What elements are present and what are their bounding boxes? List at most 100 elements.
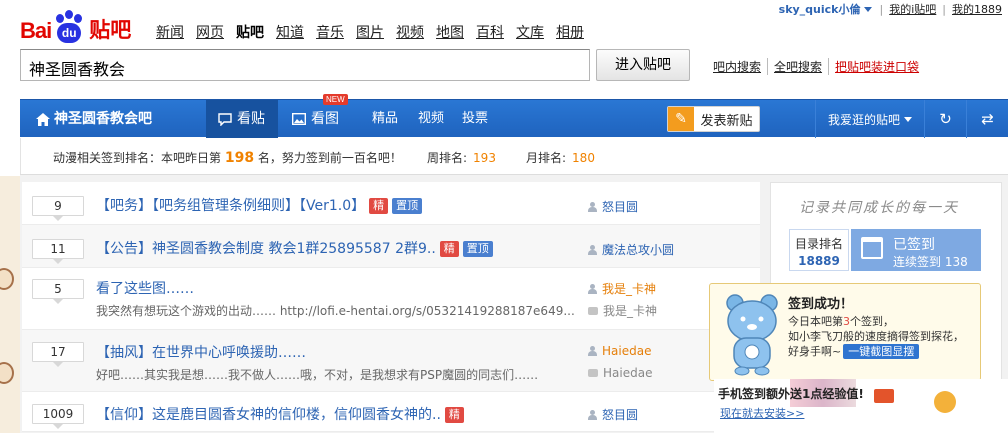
nav-wenku[interactable]: 文库 [516, 22, 544, 42]
author-name: 怒目圆 [602, 200, 639, 214]
pinned-badge: 置顶 [392, 198, 423, 214]
thread-row[interactable]: 1009 【信仰】这是鹿目圆香女神的信仰楼，信仰圆香女神的.. 精 怒目圆 [22, 392, 760, 432]
thread-author[interactable]: 怒目圆 [588, 198, 638, 215]
reply-count: 1009 [32, 404, 84, 429]
search-links: 吧内搜索 全吧搜索 把贴吧装进口袋 [713, 58, 925, 75]
forum-home-link[interactable]: 神圣圆香教会吧 [36, 100, 152, 138]
best-badge: 精 [439, 241, 459, 257]
popup-line3: 好身手啊~ [788, 345, 842, 358]
thread-title[interactable]: 【公告】神圣圆香教会制度 教会1群25895587 2群9.. 精置顶 [96, 238, 493, 258]
rank-prefix: 动漫相关签到排名：本吧昨日第 [53, 151, 222, 165]
thread-excerpt: 我突然有想玩这个游戏的出动…… http://lofi.e-hentai.org… [96, 304, 575, 318]
week-rank-label: 周排名: [427, 151, 468, 165]
promo-graphic [864, 377, 964, 417]
nav-zhidao[interactable]: 知道 [276, 22, 304, 42]
nav-news[interactable]: 新闻 [156, 22, 184, 42]
logo-tieba-text: 贴吧 [89, 18, 132, 42]
thread-title[interactable]: 【抽风】在世界中心呼唤援助…… [96, 342, 306, 362]
nav-web[interactable]: 网页 [196, 22, 224, 42]
favorite-forums-menu[interactable]: 我爱逛的贴吧 [814, 100, 924, 138]
top-nav: 新闻 网页 贴吧 知道 音乐 图片 视频 地图 百科 文库 相册 [156, 22, 584, 42]
popup-message: 今日本吧第3个签到， 如小李飞刀般的速度摘得签到探花， 好身手啊~ 一键截图显摆 [788, 314, 976, 359]
thread-title[interactable]: 【吧务】【吧务组管理条例细则】【Ver1.0】精置顶 [96, 195, 423, 215]
share-screenshot-button[interactable]: 一键截图显摆 [843, 344, 920, 359]
new-post-label: 发表新贴 [700, 113, 753, 129]
tab-best[interactable]: 精品 [372, 100, 398, 138]
user-icon [588, 283, 597, 294]
rank-suffix: 名，努力签到前一百名吧！ [257, 151, 402, 165]
signed-status: 已签到 [893, 237, 935, 253]
comment-icon [218, 112, 232, 126]
enter-tieba-button[interactable]: 进入贴吧 [596, 49, 690, 81]
thread-row[interactable]: 9 【吧务】【吧务组管理条例细则】【Ver1.0】精置顶 怒目圆 [22, 182, 760, 225]
tab-vote[interactable]: 投票 [462, 100, 488, 138]
forum-header-bar: 神圣圆香教会吧 看贴 看图 NEW 精品 视频 投票 ✎ 发表新贴 我爱逛的贴吧… [20, 94, 1008, 138]
nav-music[interactable]: 音乐 [316, 22, 344, 42]
thread-row[interactable]: 11 【公告】神圣圆香教会制度 教会1群25895587 2群9.. 精置顶 魔法… [22, 225, 760, 268]
chevron-down-icon [904, 116, 912, 122]
my-tieba-link[interactable]: 我的i贴吧 [883, 1, 942, 17]
install-app-link[interactable]: 把贴吧装进口袋 [828, 58, 925, 75]
thread-row[interactable]: 17 【抽风】在世界中心呼唤援助…… 好吧……其实我是想……我不做人……哦，不对… [22, 330, 760, 392]
username-menu[interactable]: sky_quick小倫 [771, 1, 880, 17]
directory-rank-value: 18889 [798, 254, 840, 268]
baidu-tieba-logo[interactable]: Bai du 贴吧 [20, 2, 131, 44]
logo-du-text: du [57, 23, 82, 43]
search-all-forums-link[interactable]: 全吧搜索 [767, 58, 828, 75]
nav-map[interactable]: 地图 [436, 22, 464, 42]
logo-bai-text: Bai [20, 18, 52, 43]
thread-author[interactable]: 我是_卡神 [588, 280, 656, 297]
user-icon [588, 346, 597, 356]
signed-in-button[interactable]: 已签到 连续签到 138 天 [851, 229, 981, 286]
nav-images[interactable]: 图片 [356, 22, 384, 42]
best-badge: 精 [444, 407, 464, 423]
new-post-button[interactable]: ✎ 发表新贴 [667, 106, 760, 132]
reply-count: 11 [32, 239, 84, 264]
directory-rank-label: 目录排名 [794, 237, 843, 251]
thread-title-text: 【吧务】【吧务组管理条例细则】【Ver1.0】 [96, 198, 366, 214]
tab-pictures[interactable]: 看图 [280, 100, 354, 138]
author-name: 魔法总攻小圆 [602, 243, 675, 257]
user-icon [588, 244, 597, 255]
nav-tieba[interactable]: 贴吧 [236, 22, 264, 42]
search-in-forum-link[interactable]: 吧内搜索 [713, 58, 767, 75]
picture-icon [292, 113, 306, 125]
thread-author[interactable]: 魔法总攻小圆 [588, 241, 674, 258]
thread-title[interactable]: 【信仰】这是鹿目圆香女神的信仰楼，信仰圆香女神的.. 精 [96, 404, 464, 424]
nav-video[interactable]: 视频 [396, 22, 424, 42]
last-replier[interactable]: 我是_卡神 [588, 302, 657, 319]
user-bar: sky_quick小倫 | 我的i贴吧 | 我的1889 [771, 0, 1008, 18]
best-badge: 精 [369, 198, 389, 214]
thread-author[interactable]: 怒目圆 [588, 406, 638, 423]
install-now-link[interactable]: 现在就去安装>> [720, 405, 804, 421]
reply-count: 5 [32, 279, 84, 304]
monthly-rank: 月排名: 180 [526, 149, 595, 166]
home-icon [36, 112, 50, 126]
forum-bar-right: 我爱逛的贴吧 ↻ ⇄ [814, 100, 1008, 138]
user-icon [588, 201, 597, 212]
directory-rank[interactable]: 目录排名 18889 [789, 229, 849, 271]
pinned-badge: 置顶 [462, 241, 493, 257]
refresh-icon[interactable]: ↻ [924, 100, 966, 138]
chevron-down-icon [863, 6, 872, 12]
thread-author[interactable]: Haiedae [588, 344, 651, 358]
nav-baike[interactable]: 百科 [476, 22, 504, 42]
mobile-promo-banner: 手机签到额外送1点经验值! 现在就去安装>> [714, 379, 1008, 433]
my-profile-link[interactable]: 我的1889 [946, 1, 1008, 17]
popup-line2: 如小李飞刀般的速度摘得签到探花， [788, 330, 964, 343]
thread-title[interactable]: 看了这些图…… [96, 278, 194, 298]
author-name: Haiedae [602, 344, 652, 358]
switch-icon[interactable]: ⇄ [966, 100, 1008, 138]
tab-video[interactable]: 视频 [418, 100, 444, 138]
tab-posts[interactable]: 看贴 [206, 100, 278, 138]
search-input[interactable]: 神圣圆香教会 [20, 49, 590, 81]
reply-count: 9 [32, 196, 84, 221]
calendar-icon [861, 237, 883, 259]
user-icon [588, 409, 597, 420]
rank-value: 198 [224, 150, 255, 166]
thread-row[interactable]: 5 看了这些图…… 我突然有想玩这个游戏的出动…… http://lofi.e-… [22, 268, 760, 330]
nav-album[interactable]: 相册 [556, 22, 584, 42]
bear-mascot-icon [726, 294, 778, 376]
last-replier[interactable]: Haiedae [588, 366, 652, 380]
thread-title-text: 【公告】神圣圆香教会制度 教会1群25895587 2群9.. [96, 241, 436, 257]
